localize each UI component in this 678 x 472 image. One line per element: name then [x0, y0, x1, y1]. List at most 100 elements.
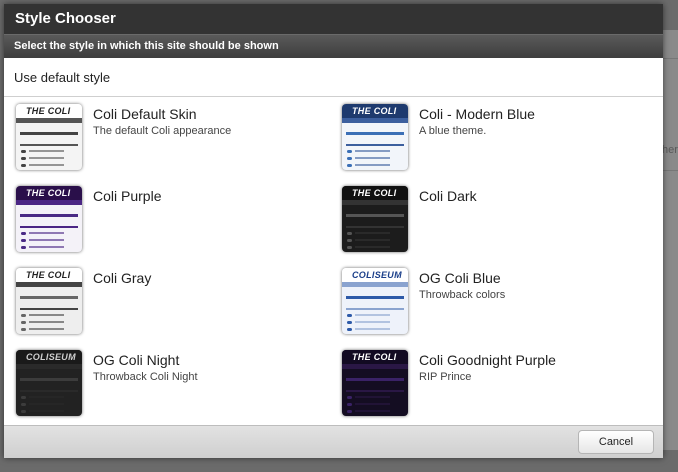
style-option[interactable]: COLISEUM OG Coli Night Throwback Coli Ni… — [4, 343, 324, 416]
style-name: OG Coli Blue — [419, 270, 501, 286]
style-thumbnail: THE COLI — [16, 104, 82, 170]
thumb-bar — [20, 214, 78, 217]
thumb-row — [29, 410, 64, 412]
thumb-avatar — [21, 321, 26, 324]
thumb-avatar — [21, 157, 26, 160]
style-description: Throwback colors — [419, 289, 506, 301]
thumb-logo: THE COLI — [26, 188, 71, 198]
style-description: A blue theme. — [419, 125, 487, 137]
thumb-bar — [20, 390, 78, 392]
thumb-bar — [346, 132, 404, 135]
thumb-row — [29, 239, 64, 241]
style-option[interactable]: THE COLI Coli Goodnight Purple RIP Princ… — [330, 343, 650, 416]
style-grid: THE COLI Coli Default Skin The default C… — [4, 97, 663, 424]
thumb-bar — [346, 226, 404, 228]
thumb-avatar — [347, 410, 352, 413]
style-name: Coli Default Skin — [93, 106, 197, 122]
thumb-row — [355, 157, 390, 159]
thumb-row — [29, 164, 64, 166]
thumb-bar — [20, 144, 78, 146]
thumb-avatar — [21, 328, 26, 331]
thumb-avatar — [347, 328, 352, 331]
style-name: OG Coli Night — [93, 352, 180, 368]
thumb-bar — [346, 214, 404, 217]
thumb-row — [355, 150, 390, 152]
style-name: Coli Gray — [93, 270, 152, 286]
thumb-bar — [346, 144, 404, 146]
style-option[interactable]: THE COLI Coli Gray — [4, 261, 324, 334]
thumb-row — [355, 321, 390, 323]
style-description: RIP Prince — [419, 371, 472, 383]
style-description: The default Coli appearance — [93, 125, 232, 137]
style-thumbnail: THE COLI — [342, 186, 408, 252]
style-thumbnail: COLISEUM — [342, 268, 408, 334]
background-text: her — [662, 144, 678, 156]
use-default-style-option[interactable]: Use default style — [4, 58, 663, 97]
thumb-avatar — [347, 239, 352, 242]
thumb-avatar — [21, 396, 26, 399]
thumb-avatar — [347, 157, 352, 160]
thumb-row — [29, 314, 64, 316]
thumb-nav — [16, 200, 82, 205]
thumb-bar — [20, 296, 78, 299]
cancel-button[interactable]: Cancel — [578, 430, 654, 454]
thumb-row — [355, 232, 390, 234]
style-option[interactable]: THE COLI Coli - Modern Blue A blue theme… — [330, 97, 650, 170]
thumb-avatar — [347, 232, 352, 235]
thumb-logo: THE COLI — [352, 106, 397, 116]
thumb-avatar — [347, 246, 352, 249]
style-thumbnail: THE COLI — [342, 104, 408, 170]
thumb-row — [29, 246, 64, 248]
thumb-nav — [342, 200, 408, 205]
thumb-bar — [346, 296, 404, 299]
thumb-bar — [346, 390, 404, 392]
thumb-row — [355, 403, 390, 405]
thumb-row — [355, 239, 390, 241]
thumb-row — [355, 164, 390, 166]
style-option[interactable]: THE COLI Coli Dark — [330, 179, 650, 252]
style-name: Coli Goodnight Purple — [419, 352, 556, 368]
thumb-row — [29, 232, 64, 234]
thumb-nav — [342, 364, 408, 369]
thumb-avatar — [347, 164, 352, 167]
thumb-bar — [20, 226, 78, 228]
thumb-avatar — [347, 396, 352, 399]
thumb-bar — [20, 378, 78, 381]
thumb-avatar — [347, 314, 352, 317]
style-thumbnail: THE COLI — [16, 186, 82, 252]
style-option[interactable]: THE COLI Coli Purple — [4, 179, 324, 252]
thumb-row — [355, 410, 390, 412]
thumb-avatar — [21, 239, 26, 242]
style-name: Coli Purple — [93, 188, 162, 204]
thumb-nav — [16, 364, 82, 369]
thumb-bar — [346, 308, 404, 310]
thumb-row — [355, 328, 390, 330]
thumb-row — [29, 403, 64, 405]
style-option[interactable]: COLISEUM OG Coli Blue Throwback colors — [330, 261, 650, 334]
thumb-row — [29, 328, 64, 330]
thumb-avatar — [347, 150, 352, 153]
thumb-avatar — [21, 246, 26, 249]
thumb-avatar — [21, 164, 26, 167]
thumb-logo: COLISEUM — [26, 352, 76, 362]
thumb-nav — [16, 118, 82, 123]
thumb-logo: COLISEUM — [352, 270, 402, 280]
dialog-footer: Cancel — [4, 425, 663, 458]
dialog-subtitle: Select the style in which this site shou… — [4, 34, 663, 58]
style-thumbnail: THE COLI — [342, 350, 408, 416]
thumb-bar — [20, 308, 78, 310]
style-option[interactable]: THE COLI Coli Default Skin The default C… — [4, 97, 324, 170]
style-description: Throwback Coli Night — [93, 371, 198, 383]
thumb-logo: THE COLI — [26, 106, 71, 116]
thumb-row — [355, 314, 390, 316]
thumb-nav — [342, 118, 408, 123]
style-chooser-dialog: Style Chooser Select the style in which … — [4, 4, 663, 458]
style-name: Coli Dark — [419, 188, 477, 204]
thumb-row — [29, 150, 64, 152]
thumb-avatar — [21, 403, 26, 406]
style-thumbnail: COLISEUM — [16, 350, 82, 416]
thumb-bar — [346, 378, 404, 381]
thumb-logo: THE COLI — [352, 352, 397, 362]
thumb-bar — [20, 132, 78, 135]
dialog-title: Style Chooser — [4, 4, 663, 34]
